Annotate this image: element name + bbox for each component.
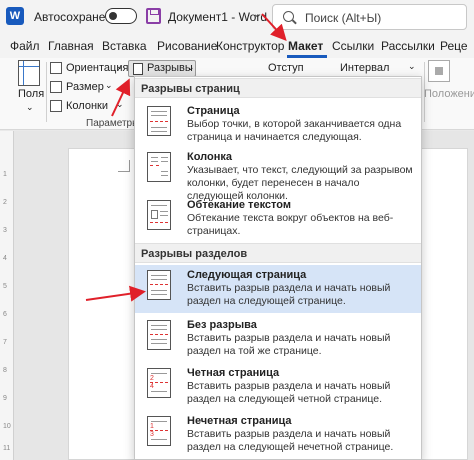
menu-item-description: Вставить разрыв раздела и начать новый р… [187, 428, 394, 453]
position-icon[interactable] [428, 60, 450, 82]
menu-item-page-break[interactable]: Страница Выбор точки, в которой заканчив… [135, 101, 421, 145]
ribbon-tabs: Файл Главная Вставка Рисование Конструкт… [0, 34, 474, 58]
ruler-number: 11 [3, 445, 11, 452]
page-setup-group-label: Параметры [86, 118, 140, 129]
chevron-down-icon: ⌄ [187, 62, 195, 72]
tab-file[interactable]: Файл [10, 39, 40, 53]
position-button-label[interactable]: Положение [424, 88, 474, 100]
menu-item-continuous[interactable]: Без разрыва Вставить разрыв раздела и на… [135, 315, 421, 361]
breaks-button[interactable]: Разрывы ⌄ [128, 60, 196, 77]
tab-insert[interactable]: Вставка [102, 39, 147, 53]
ruler-number: 1 [3, 171, 7, 178]
ruler-number: 9 [3, 395, 7, 402]
columns-icon [50, 100, 62, 112]
breaks-icon [133, 63, 143, 75]
margins-chevron-icon[interactable]: ⌄ [26, 102, 34, 113]
menu-item-text-wrapping[interactable]: Обтекание текстом Обтекание текста вокру… [135, 195, 421, 239]
menu-item-title: Следующая страница [187, 269, 307, 281]
menu-item-even-page[interactable]: 2 4 Четная страница Вставить разрыв разд… [135, 363, 421, 409]
ruler-number: 10 [3, 423, 11, 430]
ruler-number: 2 [3, 199, 7, 206]
section-breaks-header-label: Разрывы разделов [141, 248, 248, 260]
menu-item-description: Вставить разрыв раздела и начать новый р… [187, 282, 391, 307]
ruler-number: 6 [3, 311, 7, 318]
text-wrapping-icon [147, 200, 171, 230]
menu-item-title: Колонка [187, 151, 232, 163]
save-icon[interactable] [146, 8, 161, 24]
tab-review[interactable]: Реце [440, 39, 468, 53]
page-breaks-header-label: Разрывы страниц [141, 83, 240, 95]
even-page-break-icon: 2 4 [147, 368, 171, 398]
menu-item-odd-page[interactable]: 1 3 Нечетная страница Вставить разрыв ра… [135, 411, 421, 459]
continuous-break-icon [147, 320, 171, 350]
ruler-number: 8 [3, 367, 7, 374]
spacing-label: Интервал [340, 62, 390, 74]
vertical-ruler: 1 2 3 4 5 6 7 8 9 10 11 [0, 131, 14, 460]
tab-layout[interactable]: Макет [288, 39, 323, 53]
size-chevron-icon[interactable]: ⌄ [105, 80, 113, 91]
toggle-knob [109, 11, 117, 20]
column-break-icon [147, 152, 171, 182]
orientation-chevron-icon[interactable]: ⌄ [116, 61, 124, 72]
ribbon-separator [46, 62, 47, 122]
columns-button[interactable]: Колонки [66, 100, 108, 112]
columns-chevron-icon[interactable]: ⌄ [116, 99, 124, 110]
menu-item-title: Четная страница [187, 367, 280, 379]
tab-home[interactable]: Главная [48, 39, 94, 53]
menu-item-description: Вставить разрыв раздела и начать новый р… [187, 332, 391, 357]
even-page-marker: 2 [150, 375, 154, 382]
size-button[interactable]: Размер [66, 81, 104, 93]
title-bar: W Автосохранение Документ1 - Word ⌄ Поис… [0, 0, 474, 34]
tab-mailings[interactable]: Рассылки [381, 39, 435, 53]
search-icon [283, 11, 294, 22]
menu-item-next-page[interactable]: Следующая страница Вставить разрыв разде… [135, 265, 421, 313]
size-icon [50, 81, 62, 93]
ruler-number: 5 [3, 283, 7, 290]
ribbon-expand-chevron-icon[interactable]: ⌄ [408, 61, 416, 72]
word-app-letter: W [9, 10, 21, 22]
breaks-button-label: Разрывы [147, 62, 193, 74]
orientation-icon [50, 62, 62, 74]
search-placeholder: Поиск (Alt+Ы) [305, 11, 382, 25]
ruler-number: 3 [3, 227, 7, 234]
menu-item-description: Обтекание текста вокруг объектов на веб-… [187, 212, 394, 237]
menu-item-description: Выбор точки, в которой заканчивается одн… [187, 118, 402, 143]
margins-button-label[interactable]: Поля [18, 88, 44, 100]
search-input[interactable]: Поиск (Alt+Ы) [272, 4, 467, 30]
chevron-down-icon[interactable]: ⌄ [253, 9, 261, 20]
ruler-number: 4 [3, 255, 7, 262]
ruler-number: 7 [3, 339, 7, 346]
page-break-icon [147, 106, 171, 136]
autosave-toggle[interactable] [105, 8, 137, 24]
margins-icon[interactable] [18, 60, 40, 86]
menu-item-title: Нечетная страница [187, 415, 292, 427]
menu-item-title: Страница [187, 105, 240, 117]
section-breaks-header: Разрывы разделов [135, 243, 421, 263]
odd-page-break-icon: 1 3 [147, 416, 171, 446]
page-breaks-header: Разрывы страниц [135, 78, 421, 98]
indent-label: Отступ [268, 62, 304, 74]
menu-item-title: Обтекание текстом [187, 199, 291, 211]
tab-design[interactable]: Конструктор [216, 39, 284, 53]
tab-draw[interactable]: Рисование [157, 39, 217, 53]
odd-page-marker: 1 [150, 423, 154, 430]
margin-corner-mark [118, 160, 130, 172]
menu-item-title: Без разрыва [187, 319, 257, 331]
wrap-box [151, 210, 158, 219]
menu-item-column-break[interactable]: Колонка Указывает, что текст, следующий … [135, 147, 421, 202]
odd-page-marker: 3 [150, 431, 154, 438]
tab-references[interactable]: Ссылки [332, 39, 374, 53]
word-app-icon: W [6, 7, 24, 25]
even-page-marker: 4 [150, 383, 154, 390]
next-page-break-icon [147, 270, 171, 300]
breaks-dropdown-menu: Разрывы страниц Страница Выбор точки, в … [134, 76, 422, 460]
menu-item-description: Вставить разрыв раздела и начать новый р… [187, 380, 391, 405]
